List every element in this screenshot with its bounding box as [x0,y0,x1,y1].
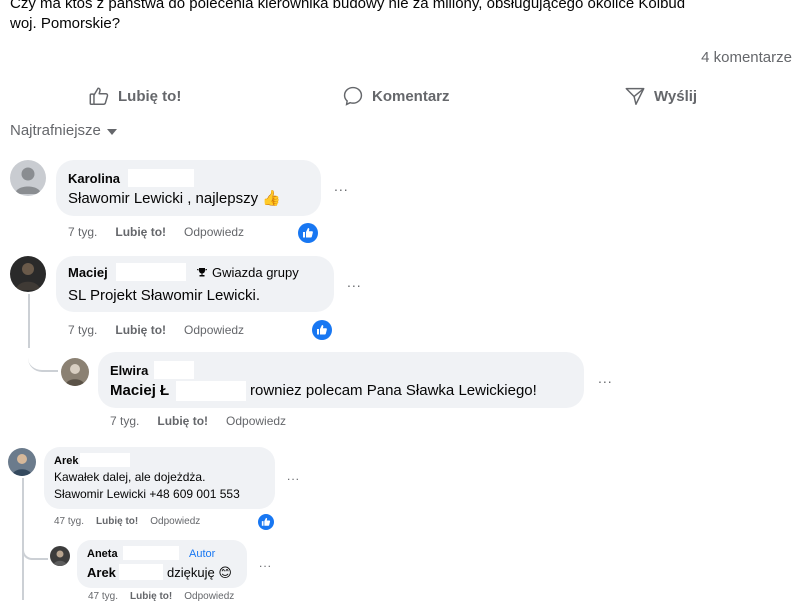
comment-text: Kawałek dalej, ale dojeżdża. Sławomir Le… [54,469,240,503]
comment-reply-button[interactable]: Odpowiedz [226,414,286,428]
avatar[interactable] [8,448,36,476]
post-text: Czy ma ktoś z państwa do polecenia kiero… [10,0,800,34]
comment-options-icon[interactable]: ... [347,274,362,290]
comment-text: Arek [87,565,116,580]
profile-photo-icon [65,364,85,386]
comment-bubble: Maciej Gwiazda grupy SL Projekt Sławomir… [56,256,334,312]
send-button[interactable]: Wyślij [624,84,697,108]
comment-button[interactable]: Komentarz [342,84,450,108]
comment-options-icon[interactable]: ... [287,469,300,483]
avatar[interactable] [61,358,89,386]
like-button-label: Lubię to! [118,87,182,105]
like-button[interactable]: Lubię to! [88,84,181,108]
comment-text-body: Sławomir Lewicki , najlepszy [68,190,259,207]
like-reaction-icon[interactable] [312,320,332,340]
comment-text: Maciej Ł [110,382,169,399]
comment-author[interactable]: Karolina [68,171,120,186]
profile-photo-icon [53,550,67,566]
comment-time[interactable]: 47 tyg. [88,591,118,602]
comment-meta: 47 tyg. Lubię to! Odpowiedz [54,516,200,527]
comment-button-label: Komentarz [372,87,450,105]
thumbs-up-emoji-icon: 👍 [262,190,281,207]
comment-meta: 7 tyg. Lubię to! Odpowiedz [68,225,244,239]
chevron-down-icon [106,128,117,135]
profile-photo-icon [16,263,40,290]
post-text-line-2: woj. Pomorskie? [10,15,121,32]
comment-text: SL Projekt Sławomir Lewicki. [68,287,261,304]
redaction [128,169,194,187]
comment-bubble-icon [343,86,363,106]
like-reaction-icon[interactable] [298,223,318,243]
thumbs-up-icon [89,87,109,105]
like-reaction-icon[interactable] [258,514,274,530]
sort-dropdown[interactable]: Najtrafniejsze [10,122,117,139]
comment-time[interactable]: 7 tyg. [110,414,139,428]
avatar[interactable] [10,160,46,196]
comment-options-icon[interactable]: ... [598,370,613,386]
comment-bubble: Karolina Sławomir Lewicki , najlepszy 👍 [56,160,321,216]
comment-options-icon[interactable]: ... [334,178,349,194]
comment-bubble: Aneta Autor Arek dziękuję 😊 [77,540,247,588]
avatar[interactable] [10,256,46,292]
comment-text-words: dziękuję [167,565,215,580]
comment-reply-button[interactable]: Odpowiedz [184,323,244,337]
smiling-emoji-icon: 😊 [218,565,232,580]
sort-label: Najtrafniejsze [10,122,101,139]
comment-meta: 7 tyg. Lubię to! Odpowiedz [110,414,286,428]
redaction [80,453,130,467]
group-star-badge: Gwiazda grupy [196,265,299,280]
comment-text-body: rowniez polecam Pana Sławka Lewickiego! [250,382,537,399]
comment-text-line-2: Sławomir Lewicki +48 609 001 553 [54,487,240,501]
comment-author[interactable]: Aneta [87,548,118,560]
thread-line [22,478,24,600]
default-avatar-icon [15,167,41,194]
comment-like-button[interactable]: Lubię to! [157,414,208,428]
redaction [154,361,194,379]
redaction [123,546,179,560]
comment-like-button[interactable]: Lubię to! [115,323,166,337]
mention-link[interactable]: Maciej Ł [110,382,169,399]
mention-link[interactable]: Arek [87,565,116,580]
badge-label: Gwiazda grupy [212,265,299,280]
comment-text-body: dziękuję 😊 [167,565,232,581]
redaction [116,263,186,281]
comment-count-link[interactable]: 4 komentarze [701,49,792,66]
comment-author[interactable]: Arek [54,455,78,467]
comment-author[interactable]: Maciej [68,265,108,280]
comment-time[interactable]: 7 tyg. [68,225,97,239]
comment-reply-button[interactable]: Odpowiedz [184,225,244,239]
post-text-line-1: Czy ma ktoś z państwa do polecenia kiero… [10,0,686,12]
comment-author[interactable]: Elwira [110,363,148,378]
comment-like-button[interactable]: Lubię to! [115,225,166,239]
comment-like-button[interactable]: Lubię to! [96,516,138,527]
author-badge: Autor [189,548,216,560]
comment-reply-button[interactable]: Odpowiedz [184,591,234,602]
comment-time[interactable]: 47 tyg. [54,516,84,527]
thread-connector [22,540,48,560]
comment-text: Sławomir Lewicki , najlepszy 👍 [68,189,281,207]
comment-reply-button[interactable]: Odpowiedz [150,516,200,527]
profile-photo-icon [12,454,32,476]
send-button-label: Wyślij [654,87,698,105]
redaction [119,564,163,580]
thread-connector [28,340,58,372]
trophy-icon [197,267,207,276]
comment-meta: 7 tyg. Lubię to! Odpowiedz [68,323,244,337]
comment-bubble: Arek Kawałek dalej, ale dojeżdża. Sławom… [44,447,275,509]
comment-options-icon[interactable]: ... [259,556,272,570]
comment-text-line-1: Kawałek dalej, ale dojeżdża. [54,470,206,484]
redaction [176,381,246,401]
comment-meta: 47 tyg. Lubię to! Odpowiedz [88,591,234,602]
comment-like-button[interactable]: Lubię to! [130,591,172,602]
send-icon [625,87,645,105]
comment-bubble: Elwira Maciej Ł rowniez polecam Pana Sła… [98,352,584,408]
comment-time[interactable]: 7 tyg. [68,323,97,337]
avatar[interactable] [50,546,70,566]
